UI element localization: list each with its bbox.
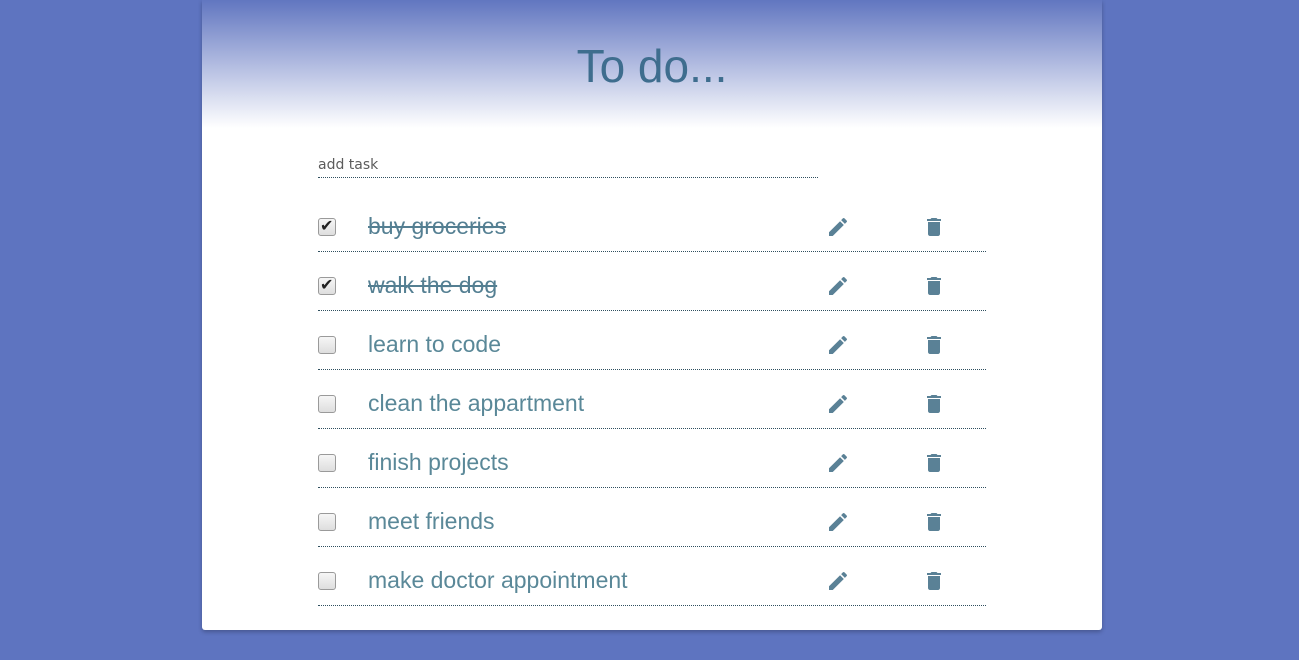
pencil-icon	[829, 453, 848, 472]
trash-icon	[927, 513, 941, 531]
task-checkbox[interactable]	[318, 395, 336, 413]
edit-task-button[interactable]	[826, 333, 850, 357]
delete-task-button[interactable]	[922, 274, 946, 298]
task-checkbox[interactable]	[318, 454, 336, 472]
trash-icon	[927, 454, 941, 472]
edit-task-button[interactable]	[826, 569, 850, 593]
add-task-area	[318, 152, 818, 178]
task-checkbox[interactable]	[318, 513, 336, 531]
edit-task-button[interactable]	[826, 392, 850, 416]
delete-task-button[interactable]	[922, 333, 946, 357]
pencil-icon	[829, 512, 848, 531]
delete-task-button[interactable]	[922, 569, 946, 593]
task-label: meet friends	[368, 508, 495, 534]
delete-task-button[interactable]	[922, 215, 946, 239]
task-checkbox[interactable]	[318, 572, 336, 590]
task-label: learn to code	[368, 331, 501, 357]
delete-task-button[interactable]	[922, 451, 946, 475]
task-checkbox[interactable]: ✔	[318, 275, 336, 295]
task-item: finish projects	[318, 429, 986, 488]
header: To do...	[202, 0, 1102, 128]
task-label: make doctor appointment	[368, 567, 628, 593]
pencil-icon	[829, 571, 848, 590]
task-item: clean the appartment	[318, 370, 986, 429]
trash-icon	[927, 395, 941, 413]
trash-icon	[927, 277, 941, 295]
task-label: walk the dog	[368, 272, 498, 298]
todo-card: To do... ✔ buy groceries ✔ walk the dog lear…	[202, 0, 1102, 630]
task-label: buy groceries	[368, 213, 507, 239]
edit-task-button[interactable]	[826, 215, 850, 239]
task-item: learn to code	[318, 311, 986, 370]
trash-icon	[927, 218, 941, 236]
checkmark-icon: ✔	[320, 216, 334, 235]
edit-task-button[interactable]	[826, 451, 850, 475]
task-label: finish projects	[368, 449, 509, 475]
edit-task-button[interactable]	[826, 510, 850, 534]
trash-icon	[927, 336, 941, 354]
task-item: meet friends	[318, 488, 986, 547]
task-checkbox[interactable]	[318, 336, 336, 354]
task-list: ✔ buy groceries ✔ walk the dog learn to code…	[318, 193, 986, 606]
page-title: To do...	[576, 40, 728, 92]
task-label: clean the appartment	[368, 390, 585, 416]
pencil-icon	[829, 217, 848, 236]
delete-task-button[interactable]	[922, 510, 946, 534]
pencil-icon	[829, 394, 848, 413]
task-checkbox[interactable]: ✔	[318, 216, 336, 236]
add-task-input[interactable]	[318, 152, 818, 178]
edit-task-button[interactable]	[826, 274, 850, 298]
task-item: ✔ buy groceries	[318, 193, 986, 252]
trash-icon	[927, 572, 941, 590]
task-item: ✔ walk the dog	[318, 252, 986, 311]
pencil-icon	[829, 335, 848, 354]
delete-task-button[interactable]	[922, 392, 946, 416]
pencil-icon	[829, 276, 848, 295]
task-item: make doctor appointment	[318, 547, 986, 606]
checkmark-icon: ✔	[320, 275, 334, 294]
